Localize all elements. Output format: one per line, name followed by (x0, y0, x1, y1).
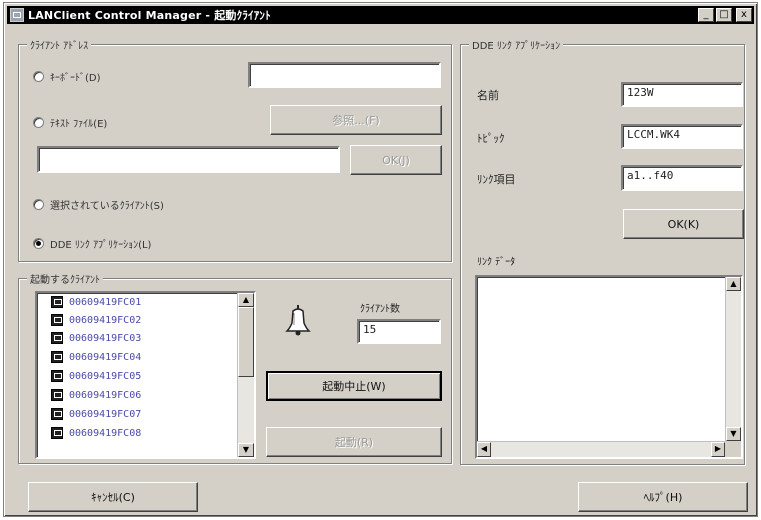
list-item[interactable]: 00609419FC03 (51, 331, 141, 345)
list-item[interactable]: 00609419FC05 (51, 369, 141, 383)
client-id: 00609419FC07 (69, 408, 142, 420)
dde-topic-input[interactable]: LCCM.WK4 (621, 124, 743, 149)
list-item[interactable]: 00609419FC06 (51, 388, 141, 402)
client-id: 00609419FC05 (69, 370, 142, 382)
client-id: 00609419FC08 (69, 427, 142, 439)
client-list-scroll-thumb[interactable] (238, 307, 254, 377)
selected-clients-radio[interactable]: 選択されているｸﾗｲｱﾝﾄ(S) (33, 197, 164, 212)
client-id: 00609419FC02 (69, 314, 142, 326)
dde-item-input[interactable]: a1..f40 (621, 165, 743, 191)
link-data-scroll-up[interactable]: ▲ (726, 277, 741, 291)
start-button[interactable]: 起動(R) (266, 427, 442, 457)
client-id: 00609419FC03 (69, 332, 142, 344)
dde-name-input[interactable]: 123W (621, 82, 743, 107)
link-data-textarea[interactable]: ▲ ▼ ◀ ▶ (475, 275, 743, 459)
link-data-scroll-down[interactable]: ▼ (726, 427, 741, 441)
textfile-radio-label: ﾃｷｽﾄ ﾌｧｲﾙ(E) (50, 119, 108, 130)
client-count-input[interactable]: 15 (357, 319, 441, 344)
list-item[interactable]: 00609419FC02 (51, 313, 141, 327)
list-item[interactable]: 00609419FC01 (51, 295, 141, 309)
title-bar[interactable]: LANClient Control Manager - 起動ｸﾗｲｱﾝﾄ _ □… (7, 6, 754, 24)
computer-icon (51, 296, 63, 308)
textfile-radio-button[interactable] (33, 117, 44, 128)
bell-icon (285, 305, 311, 336)
cancel-button[interactable]: ｷｬﾝｾﾙ(C) (28, 482, 198, 512)
link-data-size-grip (725, 441, 741, 457)
computer-icon (51, 427, 63, 439)
stop-start-button[interactable]: 起動中止(W) (266, 371, 442, 401)
list-item[interactable]: 00609419FC08 (51, 426, 141, 440)
textfile-radio[interactable]: ﾃｷｽﾄ ﾌｧｲﾙ(E) (33, 115, 107, 130)
textfile-input[interactable] (37, 146, 340, 173)
close-button[interactable]: x (736, 8, 752, 22)
client-listbox[interactable]: 00609419FC01 00609419FC02 00609419FC03 0… (35, 291, 256, 459)
client-list-vscroll[interactable]: ▲ ▼ (237, 293, 254, 457)
list-item[interactable]: 00609419FC07 (51, 407, 141, 421)
dde-link-legend: DDE ﾘﾝｸ ｱﾌﾟﾘｹｰｼｮﾝ (469, 37, 564, 52)
computer-icon (51, 389, 63, 401)
client-id: 00609419FC06 (69, 389, 142, 401)
browse-button[interactable]: 参照...(F) (270, 105, 442, 135)
dde-radio-label: DDE ﾘﾝｸ ｱﾌﾟﾘｹｰｼｮﾝ(L) (50, 240, 152, 251)
dde-link-group: DDE ﾘﾝｸ ｱﾌﾟﾘｹｰｼｮﾝ 名前 123W ﾄﾋﾟｯｸ LCCM.WK4… (460, 37, 745, 465)
window-title: LANClient Control Manager - 起動ｸﾗｲｱﾝﾄ (28, 9, 271, 22)
list-item[interactable]: 00609419FC04 (51, 350, 141, 364)
client-address-group: ｸﾗｲｱﾝﾄ ｱﾄﾞﾚｽ ｷｰﾎﾞｰﾄﾞ(D) ﾃｷｽﾄ ﾌｧｲﾙ(E) 参照.… (18, 37, 452, 262)
keyboard-radio[interactable]: ｷｰﾎﾞｰﾄﾞ(D) (33, 69, 101, 84)
main-window: LANClient Control Manager - 起動ｸﾗｲｱﾝﾄ _ □… (3, 2, 758, 517)
dde-radio[interactable]: DDE ﾘﾝｸ ｱﾌﾟﾘｹｰｼｮﾝ(L) (33, 236, 151, 251)
maximize-button[interactable]: □ (716, 8, 732, 22)
client-list-scroll-down[interactable]: ▼ (238, 443, 254, 457)
dde-topic-label: ﾄﾋﾟｯｸ (477, 132, 505, 145)
client-count-label: ｸﾗｲｱﾝﾄ数 (360, 304, 400, 315)
app-icon[interactable] (10, 8, 24, 22)
computer-icon (51, 370, 63, 382)
dde-ok-button[interactable]: OK(K) (623, 209, 744, 239)
start-clients-legend: 起動するｸﾗｲｱﾝﾄ (27, 271, 103, 286)
client-id: 00609419FC01 (69, 296, 142, 308)
client-list-scroll-up[interactable]: ▲ (238, 293, 254, 307)
dde-radio-button[interactable] (33, 238, 44, 249)
dde-item-label: ﾘﾝｸ項目 (477, 173, 516, 186)
keyboard-radio-label: ｷｰﾎﾞｰﾄﾞ(D) (50, 73, 101, 84)
client-address-legend: ｸﾗｲｱﾝﾄ ｱﾄﾞﾚｽ (27, 37, 92, 52)
keyboard-input[interactable] (248, 62, 441, 88)
minimize-button[interactable]: _ (698, 8, 714, 22)
selected-clients-radio-button[interactable] (33, 199, 44, 210)
selected-clients-radio-label: 選択されているｸﾗｲｱﾝﾄ(S) (50, 201, 164, 212)
window-controls: _ □ x (698, 8, 752, 22)
computer-icon (51, 351, 63, 363)
link-data-vscroll[interactable]: ▲ ▼ (725, 277, 741, 441)
computer-icon (51, 408, 63, 420)
computer-icon (51, 314, 63, 326)
keyboard-radio-button[interactable] (33, 71, 44, 82)
link-data-scroll-left[interactable]: ◀ (477, 442, 491, 457)
link-data-scroll-right[interactable]: ▶ (711, 442, 725, 457)
link-data-label: ﾘﾝｸ ﾃﾞｰﾀ (477, 257, 516, 268)
computer-icon (51, 332, 63, 344)
textfile-ok-button[interactable]: OK(J) (350, 145, 442, 175)
link-data-hscroll[interactable]: ◀ ▶ (477, 441, 725, 457)
start-clients-group: 起動するｸﾗｲｱﾝﾄ 00609419FC01 00609419FC02 006… (18, 271, 452, 464)
help-button[interactable]: ﾍﾙﾌﾟ(H) (578, 482, 748, 512)
client-id: 00609419FC04 (69, 351, 142, 363)
dde-name-label: 名前 (477, 89, 499, 102)
